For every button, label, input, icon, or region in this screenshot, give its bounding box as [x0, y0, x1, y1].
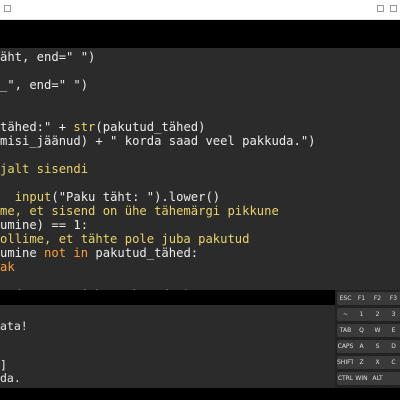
- status-strip: [0, 388, 400, 400]
- code-token: ollime, et tähte pole juba pakutud: [0, 232, 250, 246]
- keyboard-key[interactable]: X: [369, 356, 386, 369]
- onscreen-keyboard: ESC F1 F2 F3 ~1 2 3 TAB Q W E CAPS A S D SHIFT Z X C CTRL WI…: [335, 290, 400, 388]
- code-token: ak: [0, 260, 15, 274]
- console-line: da.: [0, 371, 21, 385]
- code-token: umine) == 1:: [0, 218, 89, 232]
- code-line: tähed:" + str(pakutud_tähed): [0, 120, 205, 134]
- keyboard-key[interactable]: 1: [353, 308, 370, 321]
- code-line: ollime, et tähte pole juba pakutud: [0, 232, 249, 246]
- keyboard-key[interactable]: D: [385, 340, 400, 353]
- keyboard-key[interactable]: [385, 372, 400, 385]
- keyboard-key[interactable]: A: [353, 340, 370, 353]
- keyboard-key[interactable]: ESC: [337, 292, 354, 305]
- code-token: ("Paku täht: ").lower(): [51, 190, 221, 204]
- keyboard-key[interactable]: Z: [353, 356, 370, 369]
- editor-toolbar: [0, 20, 400, 48]
- code-token: tähed:" +: [0, 120, 74, 134]
- code-token: misi_jäänud) + " korda saad veel pakkuda…: [0, 134, 316, 148]
- code-token: input: [14, 190, 52, 204]
- code-line: misi_jäänud) + " korda saad veel pakkuda…: [0, 134, 316, 148]
- code-line: umine not in pakutud_tähed:: [0, 246, 198, 260]
- keyboard-key[interactable]: CTRL: [337, 372, 354, 385]
- keyboard-key[interactable]: F2: [369, 292, 386, 305]
- code-line: me, et sisend on ühe tähemärgi pikkune: [0, 204, 279, 218]
- keyboard-key[interactable]: 2: [369, 308, 386, 321]
- code-line: input("Paku täht: ").lower(): [0, 190, 220, 204]
- code-token: str: [73, 120, 96, 134]
- code-token: umine: [0, 246, 45, 260]
- code-token: not in: [44, 246, 89, 260]
- code-token: _", end=" "): [0, 78, 89, 92]
- code-line: _", end=" "): [0, 78, 88, 92]
- code-token: me, et sisend on ühe tähemärgi pikkune: [0, 204, 279, 218]
- code-line: ak: [0, 260, 15, 274]
- keyboard-key[interactable]: S: [369, 340, 386, 353]
- window-titlebar: [0, 0, 400, 20]
- code-token: pakutud_tähed:: [88, 246, 199, 260]
- keyboard-key[interactable]: F3: [385, 292, 400, 305]
- keyboard-key[interactable]: CAPS: [337, 340, 354, 353]
- keyboard-key[interactable]: E: [385, 324, 400, 337]
- code-line: äht, end=" "): [0, 50, 95, 64]
- close-icon[interactable]: [390, 5, 397, 12]
- keyboard-key[interactable]: F1: [353, 292, 370, 305]
- code-editor[interactable]: äht, end=" ") _", end=" ") tähed:" + str(p…: [0, 48, 400, 290]
- keyboard-key[interactable]: Q: [353, 324, 370, 337]
- keyboard-key[interactable]: WIN: [353, 372, 370, 385]
- code-token: jalt sisendi: [0, 162, 89, 176]
- keyboard-key[interactable]: C: [385, 356, 400, 369]
- code-line: jalt sisendi: [0, 162, 88, 176]
- keyboard-key[interactable]: W: [369, 324, 386, 337]
- app-icon[interactable]: [4, 5, 11, 12]
- keyboard-key[interactable]: ALT: [369, 372, 386, 385]
- expand-icon[interactable]: [377, 5, 384, 12]
- keyboard-key[interactable]: ~: [337, 308, 354, 321]
- console-line: ata!: [0, 319, 28, 333]
- code-token: (pakutud_tähed): [95, 120, 206, 134]
- keyboard-key[interactable]: SHIFT: [337, 356, 354, 369]
- keyboard-key[interactable]: TAB: [337, 324, 354, 337]
- code-line: umine) == 1:: [0, 218, 88, 232]
- keyboard-key[interactable]: 3: [385, 308, 400, 321]
- code-token: äht, end=" "): [0, 50, 96, 64]
